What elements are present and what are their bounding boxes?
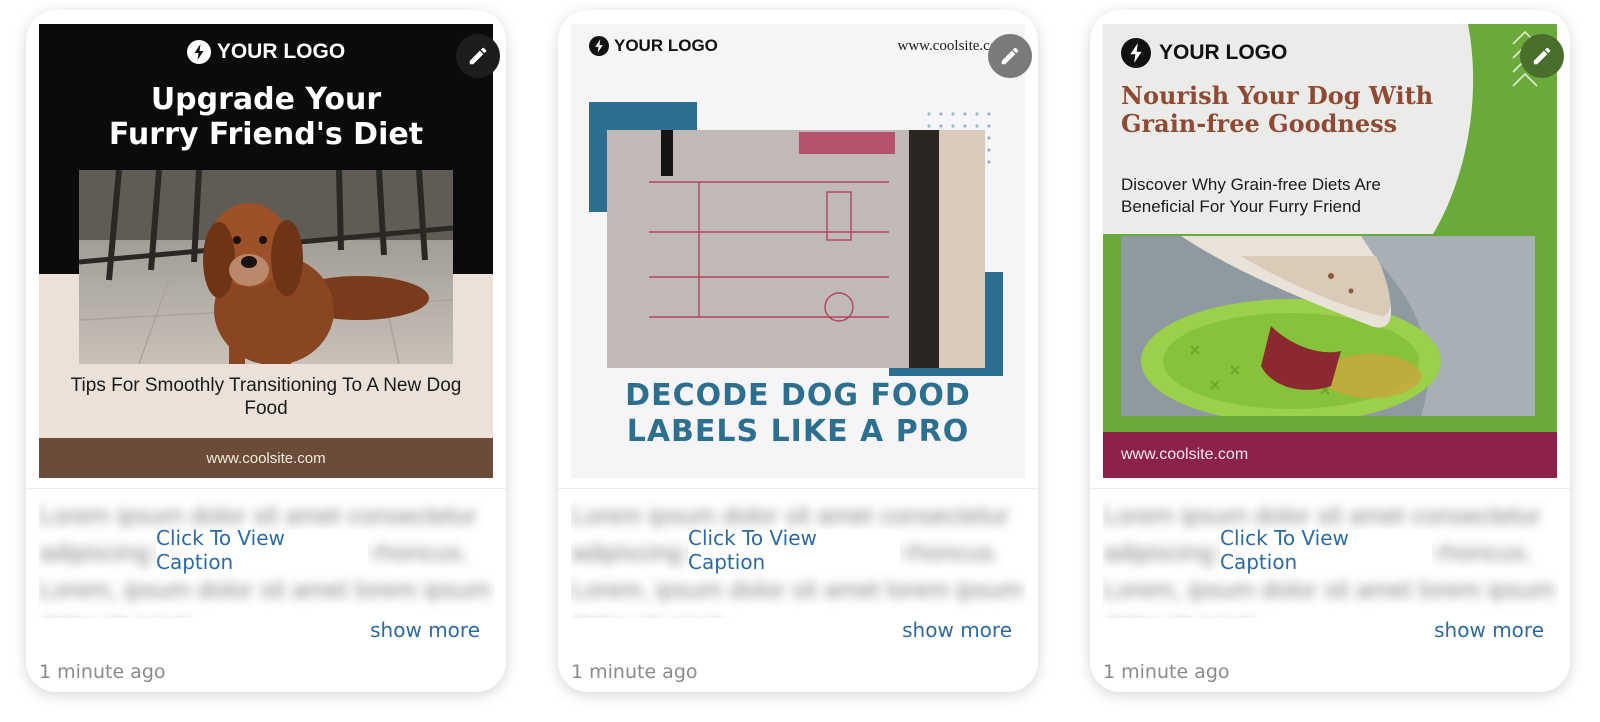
poster-title-line-1: DECODE DOG FOOD [625, 378, 971, 413]
edit-button[interactable] [1520, 34, 1564, 78]
caption-area: Lorem ipsum dolor sit amet consectetur a… [571, 496, 1027, 618]
show-more-link[interactable]: show more [902, 618, 1012, 642]
logo-text: YOUR LOGO [614, 36, 718, 55]
dog-lick-mat-photo [1121, 236, 1535, 416]
pencil-icon [1001, 47, 1019, 65]
brand-logo: YOUR LOGO [39, 40, 493, 64]
timestamp: 1 minute ago [1103, 661, 1230, 683]
view-caption-button[interactable]: Click To View Caption [688, 526, 900, 574]
dog-photo [79, 170, 453, 364]
post-image[interactable]: YOUR LOGO Nourish Your Dog With Grain-fr… [1103, 24, 1557, 478]
poster-title-line-1: Upgrade Your [150, 82, 382, 117]
poster-title-line-2: Furry Friend's Diet [108, 117, 424, 152]
poster-title-line-1: Nourish Your Dog With [1121, 81, 1434, 110]
post-card-2: YOUR LOGO www.coolsite.com DECODE DOG FO… [558, 10, 1038, 692]
card-divider [26, 488, 506, 489]
brand-logo: YOUR LOGO [1121, 38, 1287, 68]
poster-title-line-2: LABELS LIKE A PRO [626, 414, 970, 449]
lightning-bolt-icon [186, 40, 211, 64]
poster-title-line-2: Grain-free Goodness [1121, 109, 1398, 138]
poster-title: Upgrade Your Furry Friend's Diet [39, 82, 493, 152]
caption-area: Lorem ipsum dolor sit amet consectetur a… [1103, 496, 1559, 618]
poster-title: DECODE DOG FOOD LABELS LIKE A PRO [571, 378, 1025, 450]
edit-button[interactable] [456, 34, 500, 78]
post-image[interactable]: YOUR LOGO www.coolsite.com DECODE DOG FO… [571, 24, 1025, 478]
post-image[interactable]: YOUR LOGO Upgrade Your Furry Friend's Di… [39, 24, 493, 478]
view-caption-button[interactable]: Click To View Caption [156, 526, 368, 574]
show-more-link[interactable]: show more [1434, 618, 1544, 642]
post-card-1: YOUR LOGO Upgrade Your Furry Friend's Di… [26, 10, 506, 692]
label-photo [589, 102, 1003, 376]
caption-area: Lorem ipsum dolor sit amet consectetur a… [39, 496, 495, 618]
logo-text: YOUR LOGO [216, 40, 346, 63]
poster-subtitle: Tips For Smoothly Transitioning To A New… [70, 375, 462, 419]
poster-subtitle: Discover Why Grain-free Diets Are Benefi… [1121, 175, 1381, 216]
lightning-bolt-icon [1121, 38, 1151, 68]
post-card-3: YOUR LOGO Nourish Your Dog With Grain-fr… [1090, 10, 1570, 692]
timestamp: 1 minute ago [571, 661, 698, 683]
view-caption-button[interactable]: Click To View Caption [1220, 526, 1432, 574]
pencil-icon [1533, 47, 1551, 65]
logo-text: YOUR LOGO [1159, 41, 1288, 64]
edit-button[interactable] [988, 34, 1032, 78]
poster-footer-url: www.coolsite.com [1103, 432, 1557, 478]
show-more-link[interactable]: show more [370, 618, 480, 642]
brand-logo: YOUR LOGO [589, 36, 718, 56]
poster-title: Nourish Your Dog With Grain-free Goodnes… [1121, 82, 1451, 138]
card-divider [1090, 488, 1570, 489]
poster-footer-url: www.coolsite.com [39, 438, 493, 478]
card-divider [558, 488, 1038, 489]
pencil-icon [469, 47, 487, 65]
timestamp: 1 minute ago [39, 661, 166, 683]
lightning-bolt-icon [589, 36, 609, 56]
